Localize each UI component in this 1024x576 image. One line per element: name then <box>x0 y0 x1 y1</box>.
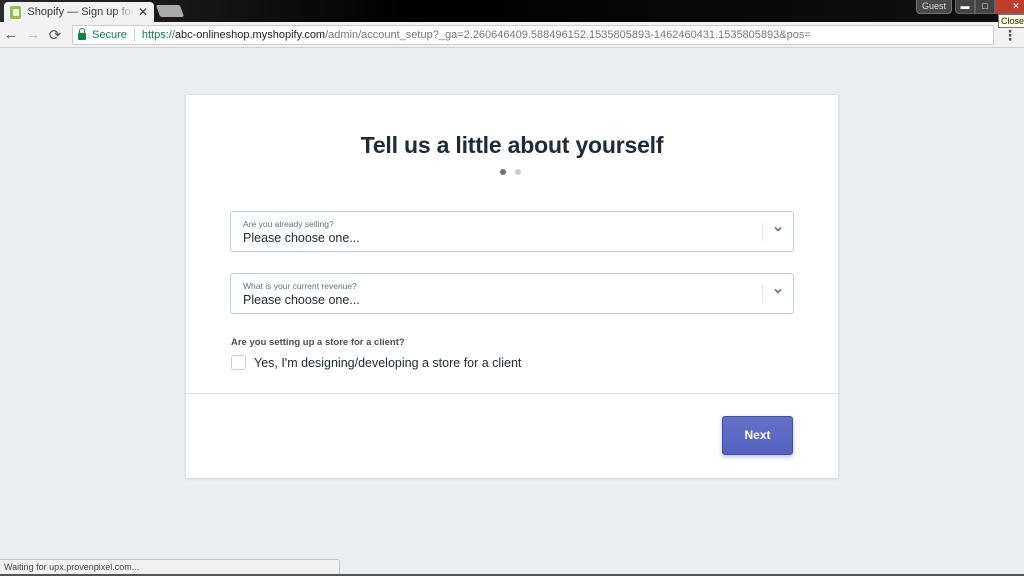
step-indicator <box>500 169 521 175</box>
already-selling-select[interactable]: Are you already selling? Please choose o… <box>230 211 794 252</box>
tab-title: Shopify — Sign up for the <box>27 6 134 18</box>
select-value: Please choose one... <box>243 231 360 245</box>
select-label: Are you already selling? <box>243 219 334 229</box>
page-title: Tell us a little about yourself <box>360 132 664 158</box>
client-store-checkbox-label[interactable]: Yes, I'm designing/developing a store fo… <box>254 356 521 370</box>
url-host: abc-onlineshop.myshopify.com <box>174 29 326 41</box>
select-divider <box>762 223 763 241</box>
guest-profile-button[interactable]: Guest <box>916 0 952 14</box>
address-separator <box>133 28 135 42</box>
new-tab-button[interactable] <box>155 5 185 17</box>
close-tooltip: Close <box>998 14 1024 28</box>
current-revenue-select[interactable]: What is your current revenue? Please cho… <box>230 273 794 314</box>
next-button[interactable]: Next <box>722 416 793 455</box>
close-window-button[interactable]: ✕ <box>995 0 1024 14</box>
select-value: Please choose one... <box>243 293 360 307</box>
select-label: What is your current revenue? <box>243 281 357 291</box>
browser-tab-active[interactable]: Shopify — Sign up for the ✕ <box>4 2 154 22</box>
step-dot-2 <box>515 169 521 175</box>
url-scheme: https:// <box>141 29 175 41</box>
reload-button[interactable]: ⟳ <box>44 26 66 44</box>
select-divider <box>762 285 763 303</box>
browser-status-bar: Waiting for upx.provenpixel.com... <box>0 559 340 575</box>
client-question-label: Are you setting up a store for a client? <box>231 337 405 348</box>
card-footer-divider <box>186 393 838 394</box>
address-bar[interactable]: Secure https:// abc-onlineshop.myshopify… <box>72 25 994 45</box>
window-controls: ▬ □ ✕ <box>955 0 1024 14</box>
shopify-favicon-icon <box>10 5 22 19</box>
browser-title-bar: Shopify — Sign up for the ✕ Guest ▬ □ ✕ <box>0 0 1024 22</box>
browser-toolbar: ← → ⟳ Secure https:// abc-onlineshop.mys… <box>0 22 1024 48</box>
maximize-button[interactable]: □ <box>975 0 995 14</box>
chevron-down-icon <box>774 226 782 232</box>
back-button[interactable]: ← <box>0 26 22 43</box>
client-store-checkbox[interactable] <box>231 355 246 370</box>
lock-icon <box>78 28 86 40</box>
secure-label: Secure <box>92 29 127 41</box>
step-dot-1 <box>500 169 506 175</box>
browser-menu-icon[interactable]: ⋮ <box>1003 28 1017 42</box>
tab-close-icon[interactable]: ✕ <box>138 5 148 19</box>
forward-button[interactable]: → <box>22 26 44 43</box>
url-path: /admin/account_setup?_ga=2.260646409.588… <box>325 29 811 41</box>
minimize-button[interactable]: ▬ <box>955 0 975 14</box>
chevron-down-icon <box>774 288 782 294</box>
